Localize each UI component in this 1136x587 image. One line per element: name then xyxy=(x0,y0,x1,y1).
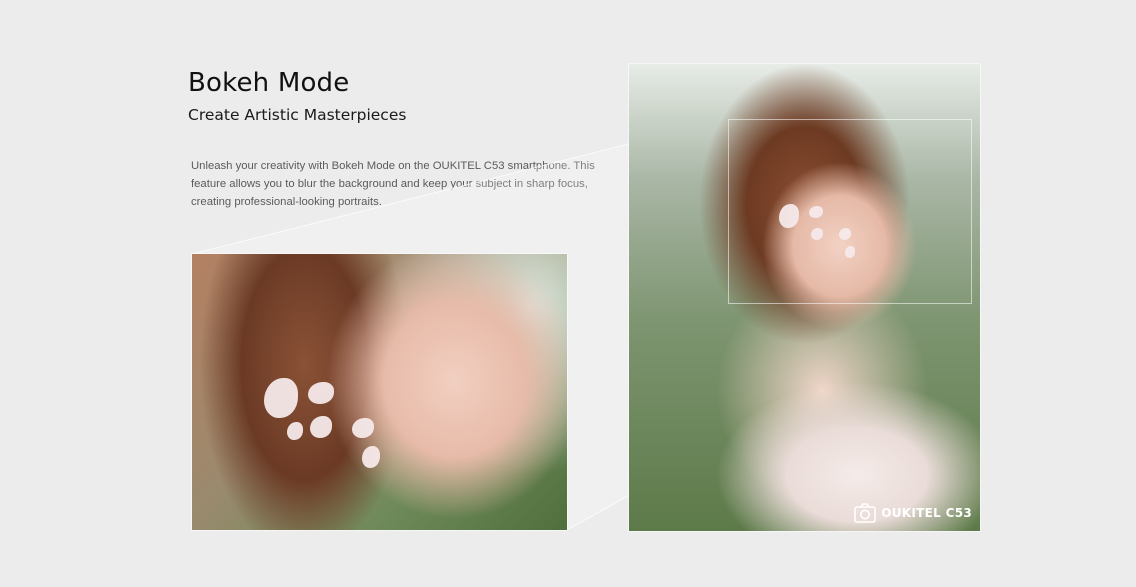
page-title: Bokeh Mode xyxy=(188,68,350,98)
focus-area-frame xyxy=(728,119,972,304)
feature-description: Unleash your creativity with Bokeh Mode … xyxy=(191,160,595,208)
camera-icon xyxy=(854,503,877,523)
petal-decoration xyxy=(308,382,334,404)
petal-decoration xyxy=(362,446,380,468)
bokeh-mode-section: Bokeh Mode Create Artistic Masterpieces … xyxy=(0,0,1136,587)
closeup-portrait-photo xyxy=(192,254,567,530)
petal-decoration xyxy=(310,416,332,438)
petal-decoration xyxy=(264,378,298,418)
petal-decoration xyxy=(352,418,374,438)
petal-decoration xyxy=(287,422,303,440)
watermark-text: OUKITEL C53 xyxy=(881,506,972,520)
page-subtitle: Create Artistic Masterpieces xyxy=(188,106,407,124)
camera-watermark: OUKITEL C53 xyxy=(854,503,972,523)
